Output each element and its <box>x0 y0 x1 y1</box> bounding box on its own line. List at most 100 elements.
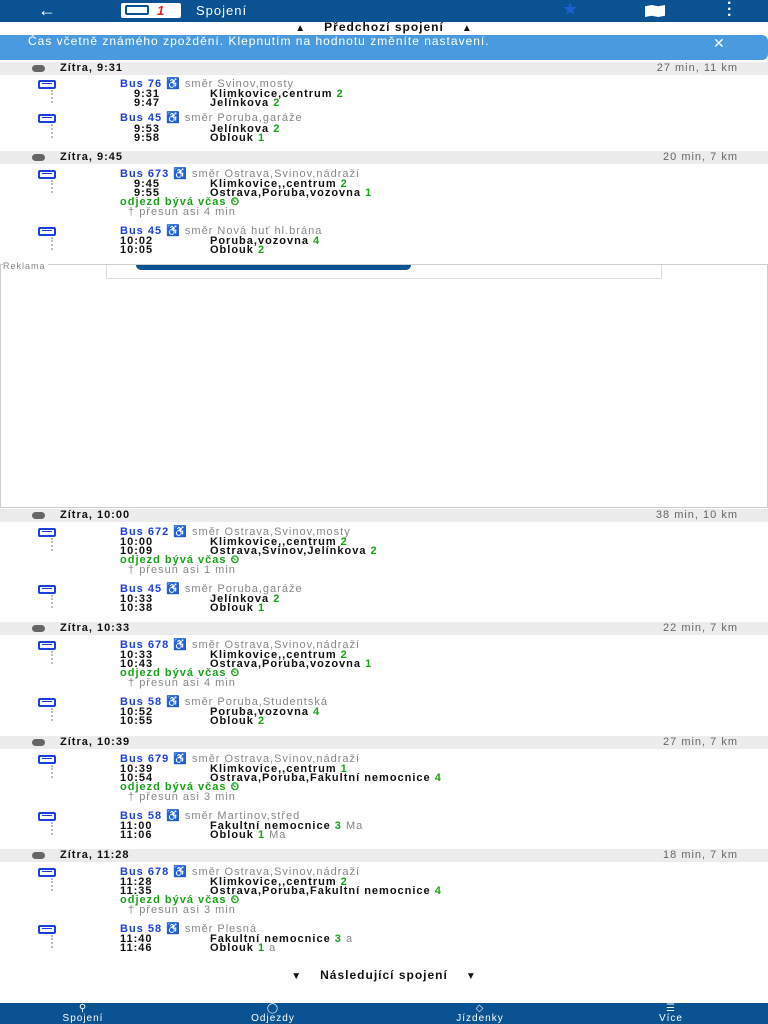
stop-name: Oblouk <box>210 715 254 727</box>
platform-number: 1 <box>257 829 266 841</box>
nav-label: Více <box>658 1013 683 1024</box>
toggle-dot-icon <box>32 65 45 72</box>
arrow-down-icon: ▼ <box>465 971 477 982</box>
arrow-up-icon: ▲ <box>295 23 307 34</box>
transfer-note: † přesun asi 3 min <box>128 792 236 803</box>
connection-time: Zítra, 10:00 <box>60 509 131 521</box>
connection-header[interactable]: Zítra, 10:39 27 min, 7 km <box>0 736 768 749</box>
transfer-text: přesun asi 3 min <box>139 791 236 803</box>
platform-number: 1 <box>257 602 266 614</box>
transfer-row: † přesun asi 3 min <box>0 792 768 803</box>
menu-icon: ☰ <box>666 1003 676 1014</box>
toggle-dot-icon <box>32 739 45 746</box>
arr-time: 10:38 <box>120 602 154 614</box>
star-icon[interactable]: ★ <box>562 0 578 20</box>
connection-time: Zítra, 11:28 <box>60 849 130 861</box>
toggle-dot-icon <box>32 625 45 632</box>
arr-stop: Oblouk 1 a <box>210 943 276 954</box>
stop-name: Oblouk <box>210 829 254 841</box>
top-bar: ← 1 Spojení ★ · · · <box>0 0 768 24</box>
stop-name: Oblouk <box>210 942 254 954</box>
nav-odjezdy[interactable]: ◯ Odjezdy <box>198 1003 348 1024</box>
connection-header[interactable]: Zítra, 10:33 22 min, 7 km <box>0 622 768 635</box>
leg-header[interactable]: Bus 45 ♿ směr Poruba,garáže <box>0 113 768 124</box>
bus-logo-icon <box>125 5 149 15</box>
transfer-row: † přesun asi 4 min <box>0 678 768 689</box>
walk-icon: † <box>128 564 140 576</box>
banner-text: Čas včetně známého zpoždění. Klepnutím n… <box>28 34 490 48</box>
app-logo: 1 <box>121 3 181 18</box>
arrival-row[interactable]: 9:58 Oblouk 1 <box>0 133 768 144</box>
transfer-text: přesun asi 3 min <box>139 904 236 916</box>
nav-label: Spojení <box>62 1013 104 1024</box>
connection-duration: 18 min, 7 km <box>663 849 738 861</box>
arr-time: 11:46 <box>120 942 153 954</box>
connection-duration: 20 min, 7 km <box>663 151 738 163</box>
stop-name: Oblouk <box>210 602 254 614</box>
ad-pill <box>136 265 411 270</box>
connection-duration: 22 min, 7 km <box>663 622 738 634</box>
walk-icon: † <box>128 791 140 803</box>
arrival-row[interactable]: 10:55 Oblouk 2 <box>0 716 768 727</box>
transfer-row: † přesun asi 1 min <box>0 565 768 576</box>
delay-info-banner[interactable]: Čas včetně známého zpoždění. Klepnutím n… <box>0 35 768 60</box>
toggle-dot-icon <box>32 154 45 161</box>
arrival-row[interactable]: 11:06 Oblouk 1 Ma <box>0 830 768 841</box>
vertical-dots-icon[interactable]: · · · <box>727 0 732 24</box>
transfer-note: † přesun asi 4 min <box>128 207 236 218</box>
stop-name: Oblouk <box>210 132 254 144</box>
connection-header[interactable]: Zítra, 9:31 27 min, 11 km <box>0 62 768 75</box>
connection-duration: 27 min, 11 km <box>656 62 738 74</box>
arr-time: 11:06 <box>120 829 153 841</box>
arrow-left-icon[interactable]: ← <box>38 1 56 19</box>
nav-label: Odjezdy <box>251 1013 295 1024</box>
connection-header[interactable]: Zítra, 10:00 38 min, 10 km <box>0 509 768 522</box>
nav-spojeni[interactable]: ⚲ Spojení <box>8 1003 158 1024</box>
toggle-dot-icon <box>32 852 45 859</box>
transfer-row: † přesun asi 4 min <box>0 207 768 218</box>
arr-stop: Jelínkova 2 <box>210 98 280 109</box>
arr-stop: Oblouk 2 <box>210 245 265 256</box>
arrival-row[interactable]: 9:47 Jelínkova 2 <box>0 98 768 109</box>
connection-duration: 38 min, 10 km <box>655 509 738 521</box>
arrival-row[interactable]: 10:38 Oblouk 1 <box>0 603 768 614</box>
arr-time: 10:05 <box>120 244 154 256</box>
ticket-icon: ◇ <box>475 1003 485 1014</box>
footnote-mark: a <box>269 942 277 954</box>
connection-time: Zítra, 9:45 <box>60 151 123 163</box>
next-label: Následující spojení <box>320 968 448 982</box>
arrival-row[interactable]: 11:46 Oblouk 1 a <box>0 943 768 954</box>
arrival-row[interactable]: 10:05 Oblouk 2 <box>0 245 768 256</box>
arr-stop: Oblouk 1 Ma <box>210 830 286 841</box>
arr-stop: Oblouk 1 <box>210 133 265 144</box>
arr-stop: Oblouk 1 <box>210 603 265 614</box>
arr-time: 10:55 <box>120 715 154 727</box>
nav-vice[interactable]: ☰ Více <box>596 1003 746 1024</box>
arr-time: 9:47 <box>134 97 161 109</box>
close-icon[interactable]: ✕ <box>713 35 726 52</box>
platform-number: 2 <box>257 244 266 256</box>
nav-jizdenky[interactable]: ◇ Jízdenky <box>405 1003 555 1024</box>
departures-icon: ◯ <box>266 1003 280 1014</box>
arrow-down-icon: ▼ <box>291 971 303 982</box>
arr-stop: Oblouk 2 <box>210 716 265 727</box>
transfer-note: † přesun asi 4 min <box>128 678 236 689</box>
platform-number: 1 <box>257 132 266 144</box>
advertisement[interactable]: Reklama <box>0 261 768 508</box>
stop-name: Oblouk <box>210 244 254 256</box>
walk-icon: † <box>128 677 140 689</box>
transfer-note: † přesun asi 3 min <box>128 905 236 916</box>
connection-header[interactable]: Zítra, 9:45 20 min, 7 km <box>0 151 768 164</box>
footnote-mark: Ma <box>269 829 287 841</box>
logo-number: 1 <box>157 3 165 18</box>
map-icon[interactable] <box>645 5 665 17</box>
page-title: Spojení <box>196 3 248 18</box>
next-connections-button[interactable]: ▼ Následující spojení ▼ <box>0 968 768 984</box>
wheelchair-icon: ♿ <box>166 112 181 124</box>
arrow-up-icon: ▲ <box>461 23 473 34</box>
walk-icon: † <box>128 206 140 218</box>
connection-header[interactable]: Zítra, 11:28 18 min, 7 km <box>0 849 768 862</box>
toggle-dot-icon <box>32 512 45 519</box>
connection-time: Zítra, 9:31 <box>60 62 123 74</box>
connection-time: Zítra, 10:33 <box>60 622 131 634</box>
